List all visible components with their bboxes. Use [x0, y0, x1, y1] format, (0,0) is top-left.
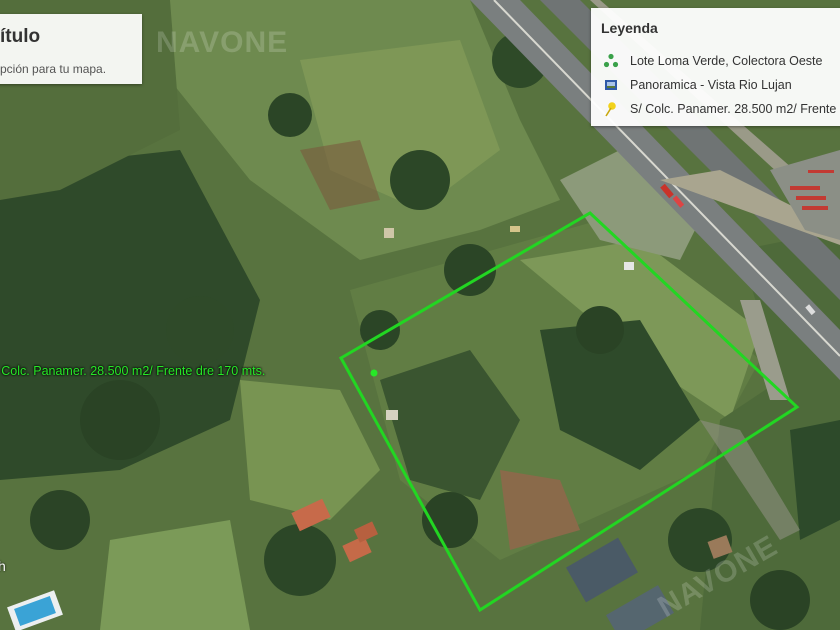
- recycle-icon: [603, 53, 619, 69]
- push-pin-icon: [603, 101, 619, 117]
- map-title-card[interactable]: ítulo pción para tu mapa.: [0, 14, 142, 84]
- legend-panel[interactable]: Leyenda Lote Loma Verde, Colectora Oeste: [591, 8, 840, 126]
- legend-item-colectora[interactable]: S/ Colc. Panamer. 28.500 m2/ Frente dre …: [603, 100, 840, 118]
- satellite-map[interactable]: NAVONE NAVONE ítulo pción para tu mapa. …: [0, 0, 840, 630]
- map-title: ítulo: [0, 26, 41, 47]
- legend-item-panoramica[interactable]: Panoramica - Vista Rio Lujan: [603, 76, 792, 94]
- watermark-top: NAVONE: [156, 26, 289, 59]
- placemark-label[interactable]: S/ Colc. Panamer. 28.500 m2/ Frente dre …: [0, 364, 265, 378]
- legend-item-label: Lote Loma Verde, Colectora Oeste: [630, 54, 823, 68]
- legend-title: Leyenda: [601, 20, 658, 36]
- legend-item-label: Panoramica - Vista Rio Lujan: [630, 78, 792, 92]
- legend-item-lote[interactable]: Lote Loma Verde, Colectora Oeste: [603, 52, 822, 70]
- legend-item-label: S/ Colc. Panamer. 28.500 m2/ Frente dre …: [630, 102, 840, 116]
- partial-edge-text: h: [0, 558, 6, 574]
- photo-icon: [603, 77, 619, 93]
- map-description: pción para tu mapa.: [0, 62, 107, 76]
